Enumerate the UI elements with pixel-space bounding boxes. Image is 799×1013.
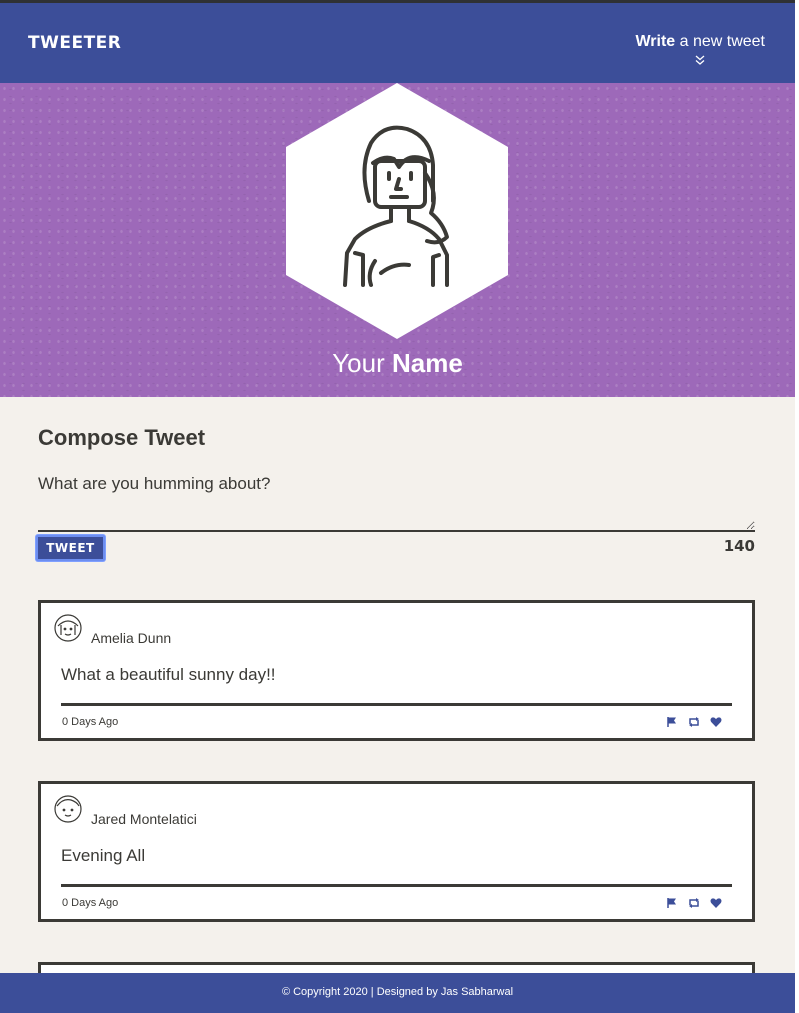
tweet-author[interactable]: Jared Montelatici [91, 811, 197, 827]
tweet-actions [666, 715, 722, 727]
footer: © Copyright 2020 | Designed by Jas Sabha… [0, 973, 795, 1013]
tweet-content: Evening All [61, 846, 146, 865]
boy-avatar-icon [53, 794, 83, 824]
profile-name-light: Your [332, 348, 392, 378]
flag-icon[interactable] [666, 896, 678, 908]
tweet-card: Amelia Dunn What a beautiful sunny day!!… [38, 600, 755, 741]
tweet-card: Jared Montelatici Evening All 0 Days Ago [38, 781, 755, 922]
footer-copyright: © Copyright 2020 | Designed by Jas Sabha… [281, 986, 514, 998]
tweet-timestamp: 0 Days Ago [62, 716, 119, 728]
tweet-timestamp: 0 Days Ago [62, 897, 119, 909]
char-counter: 140 [723, 537, 755, 555]
heart-icon[interactable] [710, 715, 722, 727]
retweet-icon[interactable] [688, 715, 700, 727]
write-label-bold: Write [635, 33, 676, 50]
double-chevron-down-icon[interactable] [635, 55, 765, 67]
tweet-divider [61, 703, 732, 706]
tweet-author[interactable]: Amelia Dunn [91, 630, 171, 646]
top-nav: TWEETER Write a new tweet [0, 3, 795, 83]
flag-icon[interactable] [666, 715, 678, 727]
profile-name-bold: Name [391, 348, 463, 378]
scrollbar-track[interactable] [795, 0, 799, 1013]
tweet-actions [666, 896, 722, 908]
tweet-divider [61, 884, 732, 887]
girl-avatar-icon [53, 613, 83, 643]
profile-name: Your Name [0, 348, 795, 379]
tweet-button[interactable]: TWEET [36, 535, 105, 561]
heart-icon[interactable] [710, 896, 722, 908]
window-top-border [0, 0, 795, 3]
compose-title: Compose Tweet [38, 425, 206, 450]
retweet-icon[interactable] [688, 896, 700, 908]
compose-input[interactable] [38, 472, 755, 532]
profile-banner: Your Name [0, 83, 795, 397]
brand-logo[interactable]: TWEETER [28, 33, 121, 53]
write-new-tweet-toggle[interactable]: Write a new tweet [635, 33, 765, 67]
user-avatar-icon [343, 125, 449, 287]
tweet-content: What a beautiful sunny day!! [61, 665, 276, 684]
write-label-rest: a new tweet [675, 33, 765, 50]
avatar-hexagon [286, 83, 508, 339]
